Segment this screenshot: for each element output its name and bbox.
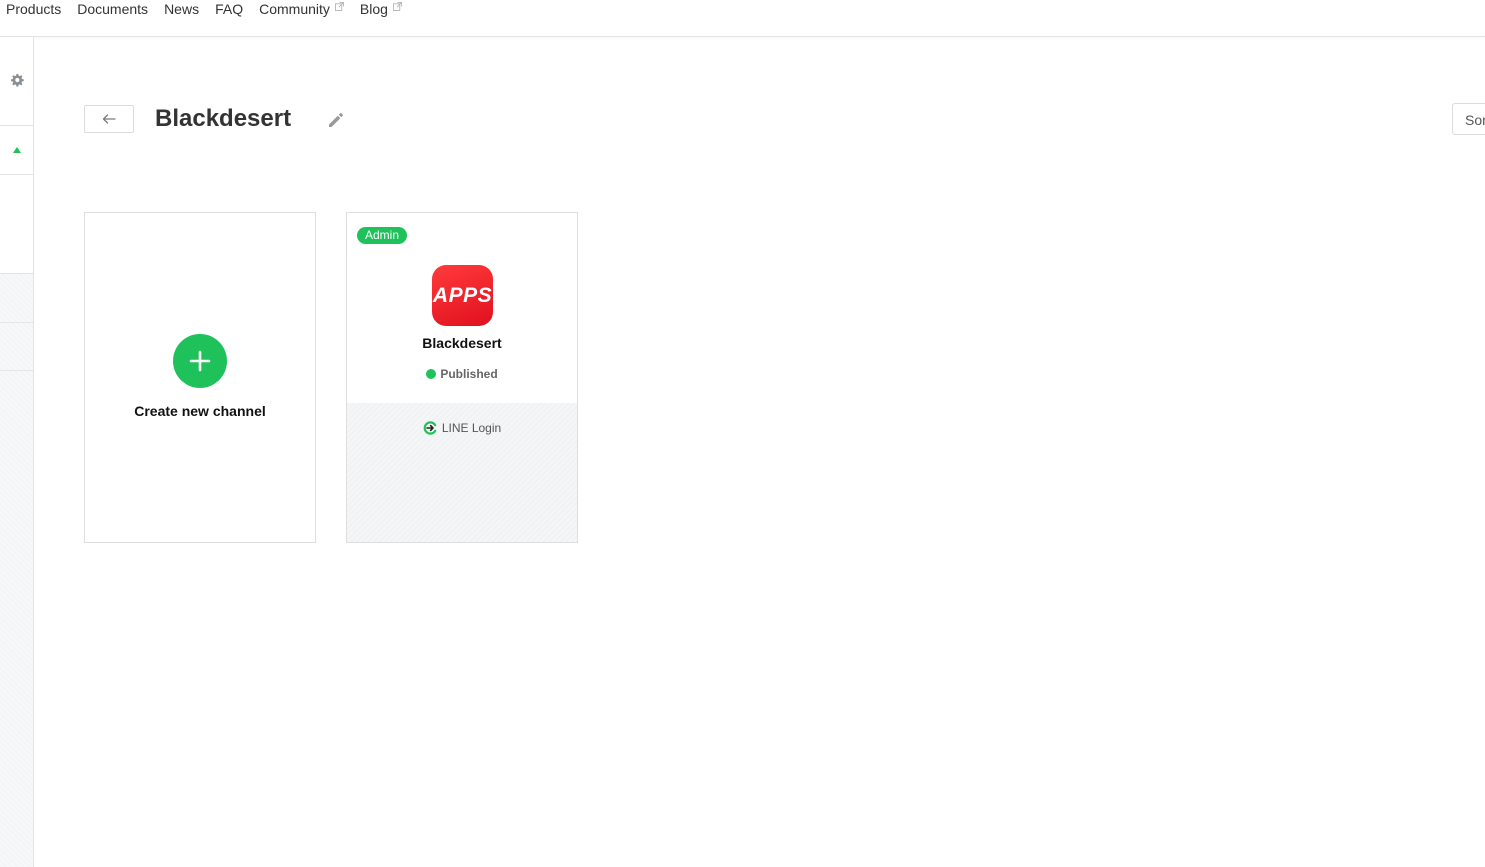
channel-card[interactable]: Admin APPS Blackdesert Published LINE Lo… bbox=[346, 212, 578, 543]
nav-item-label: News bbox=[164, 1, 200, 17]
nav-item-news[interactable]: News bbox=[164, 1, 199, 17]
external-link-icon bbox=[392, 1, 402, 11]
pencil-icon bbox=[329, 113, 343, 127]
back-button[interactable] bbox=[84, 105, 134, 133]
role-badge: Admin bbox=[357, 227, 408, 244]
channel-name: Blackdesert bbox=[422, 335, 502, 351]
plus-icon bbox=[173, 334, 227, 388]
status-dot-icon bbox=[426, 369, 437, 379]
top-navigation: Products Documents News FAQ Community Bl… bbox=[0, 0, 1485, 37]
sidebar-collapse-button[interactable] bbox=[0, 126, 33, 175]
sidebar-divider bbox=[0, 322, 33, 323]
line-login-icon bbox=[423, 421, 437, 435]
create-channel-card[interactable]: Create new channel bbox=[84, 212, 316, 543]
create-channel-label: Create new channel bbox=[134, 403, 266, 419]
nav-item-label: Blog bbox=[359, 1, 388, 17]
nav-item-documents[interactable]: Documents bbox=[77, 1, 148, 17]
nav-item-products[interactable]: Products bbox=[6, 1, 61, 17]
product-item: LINE Login bbox=[347, 421, 577, 435]
product-label: LINE Login bbox=[441, 421, 502, 435]
edit-title-button[interactable] bbox=[325, 109, 347, 131]
nav-item-label: Community bbox=[259, 1, 330, 17]
nav-item-label: Products bbox=[6, 1, 62, 17]
nav-item-label: Documents bbox=[77, 1, 149, 17]
sidebar-divider bbox=[0, 370, 33, 371]
nav-item-faq[interactable]: FAQ bbox=[215, 1, 243, 17]
caret-up-icon bbox=[12, 147, 21, 153]
sidebar-section bbox=[0, 175, 33, 274]
external-link-icon bbox=[334, 1, 344, 11]
arrow-left-icon bbox=[102, 114, 116, 124]
nav-item-label: FAQ bbox=[215, 1, 244, 17]
page-title: Blackdesert bbox=[155, 105, 292, 132]
app-icon: APPS bbox=[432, 265, 493, 326]
status-indicator: Published bbox=[347, 367, 577, 381]
sort-button[interactable]: Sort bbox=[1452, 103, 1485, 135]
sidebar-settings-button[interactable] bbox=[0, 37, 33, 126]
channel-card-footer: LINE Login bbox=[347, 403, 577, 542]
left-sidebar bbox=[0, 37, 34, 867]
nav-item-blog[interactable]: Blog bbox=[360, 1, 402, 17]
nav-item-community[interactable]: Community bbox=[259, 1, 344, 17]
status-label: Published bbox=[440, 367, 498, 381]
gear-icon bbox=[10, 73, 24, 87]
top-nav-list: Products Documents News FAQ Community Bl… bbox=[6, 0, 418, 18]
